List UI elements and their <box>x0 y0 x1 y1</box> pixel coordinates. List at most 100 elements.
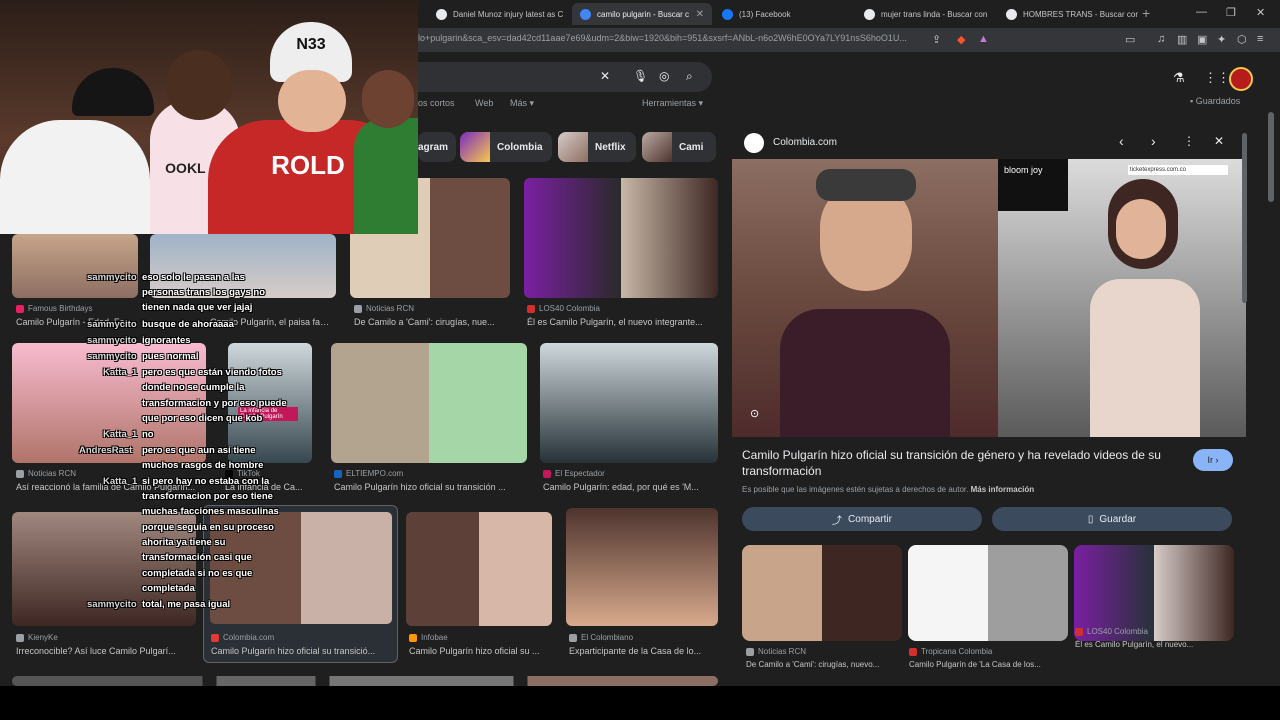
tab-camilo-pulgarin[interactable]: camilo pulgarin - Buscar c ✕ <box>572 3 712 25</box>
chat-username: sammycito <box>87 599 137 610</box>
result-image[interactable] <box>540 343 718 463</box>
more-options-icon[interactable]: ⋮ <box>1183 134 1195 148</box>
share-button[interactable]: ⤴ Compartir <box>742 507 982 531</box>
visit-button[interactable]: Ir › <box>1193 449 1233 471</box>
account-avatar[interactable] <box>1229 67 1253 91</box>
related-source: Tropicana Colombia <box>909 647 992 656</box>
chip-label: Netflix <box>595 141 626 153</box>
related-title[interactable]: Camilo Pulgarín de 'La Casa de los... <box>909 660 1069 669</box>
chat-message: transformacion y por eso puede <box>142 398 287 409</box>
clear-search-icon[interactable]: ✕ <box>600 69 610 83</box>
search-icon[interactable]: ⌕ <box>686 69 693 84</box>
chip-cami[interactable]: Cami <box>642 132 716 162</box>
chip-thumbnail <box>642 132 672 162</box>
chat-message: no <box>142 429 154 440</box>
close-tab-icon[interactable]: ✕ <box>696 9 704 20</box>
page-scrollbar[interactable] <box>1268 112 1274 202</box>
tab-facebook[interactable]: (13) Facebook <box>714 3 854 25</box>
vpn-icon[interactable]: ⬡ <box>1237 33 1247 46</box>
saved-link[interactable]: ▪ Guardados <box>1190 96 1240 106</box>
rewards-icon[interactable]: ▲ <box>978 33 989 45</box>
panel-scrollbar[interactable] <box>1242 133 1247 303</box>
chip-colombia[interactable]: Colombia <box>460 132 552 162</box>
panel-title[interactable]: Camilo Pulgarín hizo oficial su transici… <box>742 447 1172 479</box>
save-button[interactable]: ▯ Guardar <box>992 507 1232 531</box>
letterbox-bar <box>0 686 1280 720</box>
source-favicon-icon <box>1075 627 1083 636</box>
microphone-icon[interactable]: 🎙 <box>633 69 648 83</box>
lens-search-icon[interactable]: ⊙ <box>750 407 759 420</box>
person-white-jersey <box>0 120 150 234</box>
chip-label: agram <box>418 141 449 153</box>
menu-icon[interactable]: ≡ <box>1257 33 1263 45</box>
prev-arrow-icon[interactable]: ‹ <box>1119 133 1124 149</box>
nav-web[interactable]: Web <box>475 98 493 108</box>
result-image[interactable] <box>524 178 718 298</box>
chat-username: sammycito <box>87 351 137 362</box>
chip-instagram[interactable]: agram <box>418 132 456 162</box>
result-image[interactable] <box>406 512 552 626</box>
source-label: LOS40 Colombia <box>1087 627 1148 636</box>
url-field[interactable]: lo+pulgarin&sca_esv=dad42cd11aae7e69&udm… <box>418 33 928 43</box>
close-window-icon[interactable]: ✕ <box>1256 6 1265 19</box>
google-icon <box>580 8 591 20</box>
nav-more[interactable]: Más ▾ <box>510 98 534 109</box>
more-info-link[interactable]: Más información <box>971 485 1035 494</box>
source-favicon-icon <box>909 647 917 656</box>
chat-message: si pero hay no estaba con la <box>142 476 270 487</box>
chip-netflix[interactable]: Netflix <box>558 132 636 162</box>
chat-message: transformación casi que <box>142 552 252 563</box>
person-green-shirt <box>354 118 418 234</box>
panel-source[interactable]: Colombia.com <box>773 137 837 148</box>
related-title[interactable]: De Camilo a 'Cami': cirugías, nuevo... <box>746 660 904 669</box>
visit-label: Ir <box>1207 455 1213 465</box>
result-title[interactable]: Camilo Pulgarín hizo oficial su ... <box>409 646 554 656</box>
preview-left-photo <box>732 159 998 437</box>
tab-hombres-trans[interactable]: HOMBRES TRANS - Buscar con <box>998 3 1138 25</box>
result-title[interactable]: Exparticipante de la Casa de lo... <box>569 646 717 656</box>
chat-username: Katta_1 <box>103 429 138 440</box>
brave-shield-icon[interactable]: ◆ <box>957 33 965 46</box>
save-label: Guardar <box>1099 513 1137 525</box>
chat-message: ignorantes <box>142 335 191 346</box>
sidebar-icon[interactable]: ▥ <box>1177 33 1187 46</box>
minimize-icon[interactable]: — <box>1196 6 1207 18</box>
chat-message: donde no se cumple la <box>142 382 245 393</box>
source-label: Tropicana Colombia <box>921 647 993 656</box>
colombia-com-logo-icon <box>744 133 764 153</box>
related-source: Noticias RCN <box>746 647 806 656</box>
tab-label: HOMBRES TRANS - Buscar con <box>1023 9 1138 19</box>
close-panel-icon[interactable]: ✕ <box>1214 134 1224 148</box>
labs-flask-icon[interactable]: ⚗ <box>1173 70 1185 86</box>
lens-icon[interactable]: ◎ <box>659 69 669 83</box>
result-image[interactable] <box>566 508 718 626</box>
chat-message: completada si no es que <box>142 568 253 579</box>
wallet-icon[interactable]: ▣ <box>1197 33 1207 46</box>
chat-message: pues normal <box>142 351 199 362</box>
google-icon <box>864 8 875 20</box>
share-icon[interactable]: ⇪ <box>932 33 941 46</box>
tab-daniel-munoz[interactable]: Daniel Munoz injury latest as C <box>428 3 568 25</box>
apps-grid-icon[interactable]: ⋮⋮ <box>1204 70 1230 86</box>
tab-mujer-trans[interactable]: mujer trans linda - Buscar con <box>856 3 996 25</box>
copyright-note: Es posible que las imágenes estén sujeta… <box>742 485 1034 494</box>
next-arrow-icon[interactable]: › <box>1151 133 1156 149</box>
restore-icon[interactable]: ❐ <box>1226 6 1236 19</box>
media-icon[interactable]: ♫ <box>1157 33 1165 45</box>
nav-tools[interactable]: Herramientas ▾ <box>642 98 703 109</box>
chat-message: pero es que están viendo fotos <box>142 367 282 378</box>
chat-message: completada <box>142 583 195 594</box>
image-preview-panel: Colombia.com ‹ › ⋮ ✕ bloom joy ticketexp… <box>732 127 1252 720</box>
chip-label: Colombia <box>497 141 543 153</box>
new-tab-plus-icon[interactable]: + <box>1142 5 1150 21</box>
nav-short-videos[interactable]: os cortos <box>418 98 455 108</box>
preview-image[interactable]: bloom joy ticketexpress.com.co ⊙ <box>732 159 1246 437</box>
related-title[interactable]: Él es Camilo Pulgarín, el nuevo... <box>1075 640 1235 649</box>
chat-username: AndresRast <box>79 445 133 456</box>
extensions-icon[interactable]: ✦ <box>1217 33 1226 46</box>
related-image[interactable] <box>742 545 902 641</box>
cast-icon[interactable]: ▭ <box>1125 33 1135 46</box>
result-title[interactable]: Él es Camilo Pulgarín, el nuevo integran… <box>527 317 717 327</box>
result-title[interactable]: Camilo Pulgarín: edad, por qué es 'M... <box>543 482 717 492</box>
related-image[interactable] <box>908 545 1068 641</box>
